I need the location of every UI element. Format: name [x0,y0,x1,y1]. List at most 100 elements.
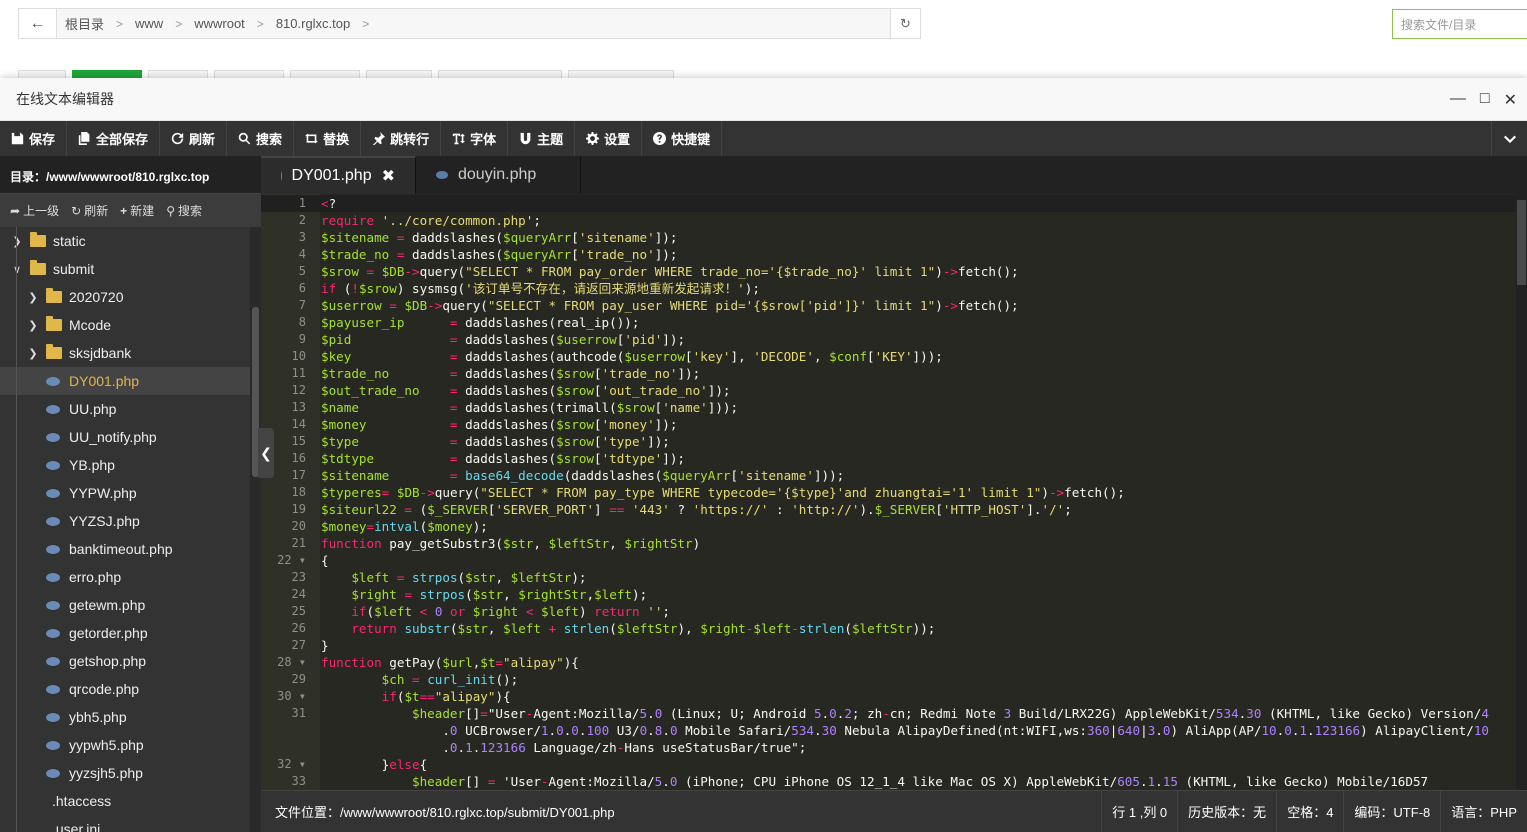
code-editor[interactable]: 1 <? 2 require '../core/common.php'; 3 $siten… [261,194,1527,790]
chevron-down-icon[interactable] [1491,121,1527,156]
code-line[interactable]: 7 $userrow = $DB->query("SELECT * FROM pa… [261,297,1516,314]
code-line[interactable]: 31 $header[]="User-Agent:Mozilla/5.0 (Li… [261,705,1516,722]
close-icon[interactable]: ✕ [1504,90,1517,110]
code-line[interactable]: 16 $tdtype = daddslashes($srow['tdtype'])… [261,450,1516,467]
tree-file[interactable]: YB.php [0,451,250,479]
settings-button[interactable]: 设置 [575,121,643,156]
tree-folder[interactable]: ❯ static [0,227,250,255]
code-line[interactable]: 12 $out_trade_no = daddslashes($srow['out… [261,382,1516,399]
tree-file[interactable]: getshop.php [0,647,250,675]
code-line[interactable]: 30 ▾ if($t=="alipay"){ [261,688,1516,705]
goto-line-button[interactable]: 跳转行 [361,121,442,156]
code-line[interactable]: 26 return substr($str, $left + strlen($l… [261,620,1516,637]
code-line[interactable]: 8 $payuser_ip = daddslashes(real_ip()); [261,314,1516,331]
tree-folder[interactable]: ∨ submit [0,255,250,283]
tree-file[interactable]: yyzsjh5.php [0,759,250,787]
code-line[interactable]: 5 $srow = $DB->query("SELECT * FROM pay_o… [261,263,1516,280]
tree-file[interactable]: ybh5.php [0,703,250,731]
code-line[interactable]: 23 $left = strpos($str, $leftStr); [261,569,1516,586]
history-version[interactable]: 历史版本：无 [1177,791,1276,832]
search-button[interactable]: 搜索 [227,121,295,156]
code-line[interactable]: 32 ▾ }else{ [261,756,1516,773]
up-level-button[interactable]: ➦ 上一级 [10,202,59,219]
refresh-button[interactable]: 刷新 [160,121,228,156]
code-line[interactable]: 3 $sitename = daddslashes($queryArr['site… [261,229,1516,246]
minimize-icon[interactable]: — [1450,90,1466,110]
back-arrow-icon[interactable]: ← [19,9,57,38]
theme-button[interactable]: 主题 [508,121,576,156]
chevron-right-icon[interactable]: ❯ [26,319,40,332]
tree-file[interactable]: .htaccess [0,787,250,815]
code-line[interactable]: 33 $header[] = 'User-Agent:Mozilla/5.0 (… [261,773,1516,790]
font-button[interactable]: 字体 [441,121,509,156]
tree-file[interactable]: UU.php [0,395,250,423]
tree-file[interactable]: DY001.php [0,367,250,395]
indent-setting[interactable]: 空格：4 [1276,791,1343,832]
code-line[interactable]: 4 $trade_no = daddslashes($queryArr['trad… [261,246,1516,263]
language-setting[interactable]: 语言：PHP [1440,791,1527,832]
tree-folder[interactable]: ❯ Mcode [0,311,250,339]
save-button[interactable]: 保存 [0,121,68,156]
encoding-setting[interactable]: 编码：UTF-8 [1343,791,1440,832]
cursor-position[interactable]: 行 1 ,列 0 [1101,791,1177,832]
code-line[interactable]: 1 <? [261,195,1516,212]
close-tab-icon[interactable]: ✖ [382,166,395,186]
code-line[interactable]: 25 if($left < 0 or $right < $left) retur… [261,603,1516,620]
tree-file[interactable]: YYZSJ.php [0,507,250,535]
tree-file[interactable]: banktimeout.php [0,535,250,563]
new-button[interactable]: + 新建 [120,202,154,219]
replace-button[interactable]: 替换 [294,121,362,156]
tree-file[interactable]: YYPW.php [0,479,250,507]
editor-scrollbar[interactable] [1516,194,1527,790]
tree-file[interactable]: yypwh5.php [0,731,250,759]
code-line[interactable]: 6 if (!$srow) sysmsg('该订单号不存在，请返回来源地重新发起请… [261,280,1516,297]
code-line[interactable]: 20 $money=intval($money); [261,518,1516,535]
code-line[interactable]: 2 require '../core/common.php'; [261,212,1516,229]
breadcrumb-root[interactable]: 根目录 [65,14,104,33]
scrollbar-thumb[interactable] [1517,200,1526,285]
chevron-right-icon[interactable]: ❯ [10,235,24,248]
tab-dy001[interactable]: DY001.php ✖ [261,156,416,194]
code-line[interactable]: 22 ▾ { [261,552,1516,569]
tree-file[interactable]: getewm.php [0,591,250,619]
reload-icon[interactable]: ↻ [890,9,920,38]
code-line[interactable]: 9 $pid = daddslashes($userrow['pid']); [261,331,1516,348]
breadcrumb-wwwroot[interactable]: wwwroot [194,16,245,31]
code-line[interactable]: .0.1.123166 Language/zh-Hans useStatusBa… [261,739,1516,756]
save-all-button[interactable]: 全部保存 [67,121,161,156]
tree-file[interactable]: qrcode.php [0,675,250,703]
code-line[interactable]: 29 $ch = curl_init(); [261,671,1516,688]
sidebar-toggle-chevron-left-icon[interactable]: ❮ [258,428,274,478]
tree-folder[interactable]: ❯ 2020720 [0,283,250,311]
code-line[interactable]: 18 $typeres= $DB->query("SELECT * FROM pa… [261,484,1516,501]
breadcrumb-site[interactable]: 810.rglxc.top [276,16,350,31]
code-line[interactable]: 11 $trade_no = daddslashes($srow['trade_n… [261,365,1516,382]
code-line[interactable]: 28 ▾ function getPay($url,$t="alipay"){ [261,654,1516,671]
code-line[interactable]: 21 function pay_getSubstr3($str, $leftStr… [261,535,1516,552]
tree-file[interactable]: UU_notify.php [0,423,250,451]
breadcrumb-www[interactable]: www [135,16,163,31]
code-line[interactable]: 27} [261,637,1516,654]
tree-file[interactable]: .user.ini [0,815,250,832]
sidebar-refresh-button[interactable]: ↻ 刷新 [71,202,108,219]
sidebar-search-button[interactable]: ⚲ 搜索 [166,202,202,219]
code-line[interactable]: 17 $sitename = base64_decode(daddslashes(… [261,467,1516,484]
chevron-right-icon[interactable]: ❯ [26,291,40,304]
chevron-right-icon[interactable]: ❯ [26,347,40,360]
code-line[interactable]: 24 $right = strpos($str, $rightStr,$left… [261,586,1516,603]
code-line[interactable]: 10 $key = daddslashes(authcode($userrow['… [261,348,1516,365]
code-line[interactable]: 13 $name = daddslashes(trimall($srow['nam… [261,399,1516,416]
code-line[interactable]: 19 $siteurl22 = ($_SERVER['SERVER_PORT'] … [261,501,1516,518]
chevron-down-icon[interactable]: ∨ [10,263,24,276]
tree-file[interactable]: getorder.php [0,619,250,647]
tree-file[interactable]: erro.php [0,563,250,591]
tab-douyin[interactable]: douyin.php [416,156,581,194]
code-lines[interactable]: 1 <? 2 require '../core/common.php'; 3 $siten… [261,195,1516,790]
sidebar-scrollbar[interactable] [250,227,261,832]
code-line[interactable]: .0 UCBrowser/1.0.0.100 U3/0.8.0 Mobile S… [261,722,1516,739]
tree-folder[interactable]: ❯ sksjdbank [0,339,250,367]
shortcuts-button[interactable]: 快捷键 [642,121,723,156]
code-line[interactable]: 15 $type = daddslashes($srow['type']); [261,433,1516,450]
maximize-icon[interactable]: □ [1480,90,1490,110]
code-line[interactable]: 14 $money = daddslashes($srow['money']); [261,416,1516,433]
